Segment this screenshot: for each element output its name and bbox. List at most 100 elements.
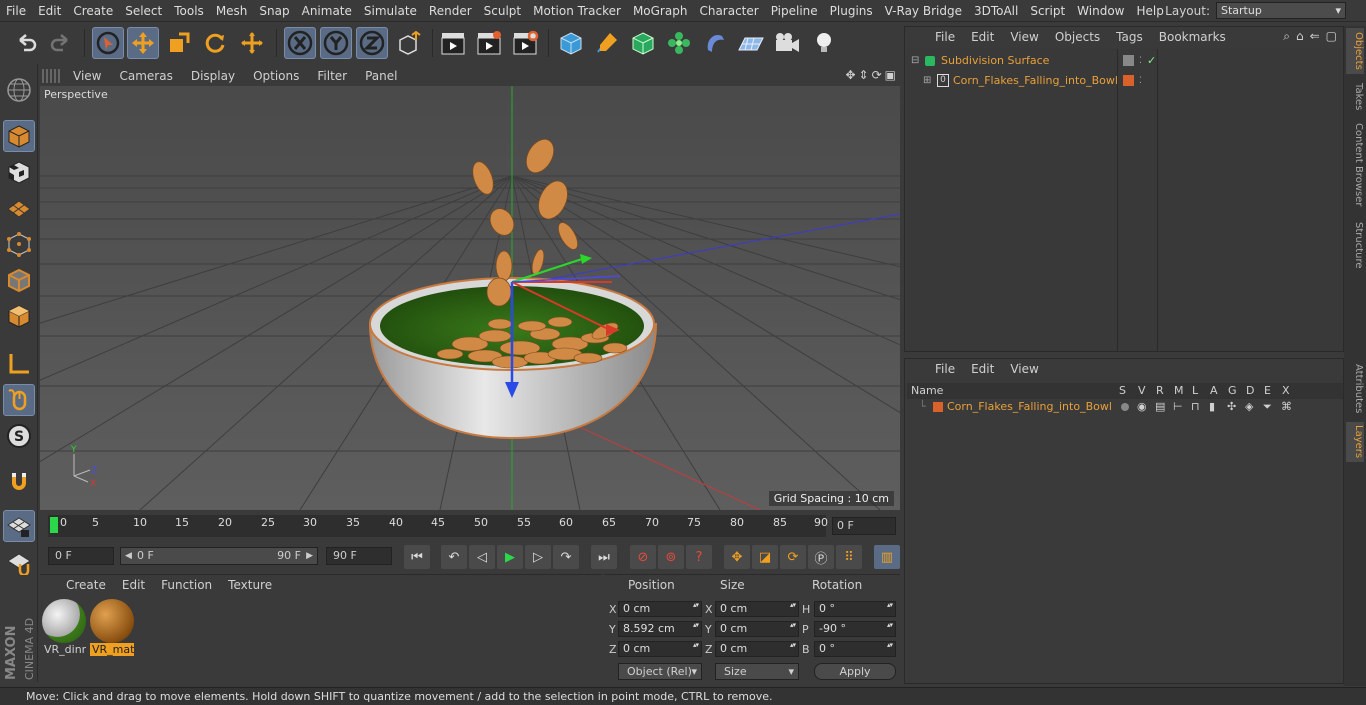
rotation-h-field[interactable]: 0 ° bbox=[814, 601, 896, 617]
hierarchy-icon[interactable]: ⊢ bbox=[1173, 397, 1183, 417]
3d-viewport[interactable]: Y Z X Perspective Grid Spacing : 10 cm bbox=[40, 86, 900, 510]
autokey-button[interactable]: ⊚ bbox=[658, 545, 684, 569]
axis-mode-button[interactable] bbox=[3, 348, 35, 380]
coordinate-mode-dropdown[interactable]: Object (Rel) ▾ bbox=[618, 663, 702, 680]
menu-snap[interactable]: Snap bbox=[253, 4, 295, 18]
redo-button[interactable] bbox=[45, 27, 77, 59]
edges-mode-button[interactable] bbox=[3, 264, 35, 296]
new-window-icon[interactable]: ▢ bbox=[1326, 29, 1337, 44]
end-frame-field[interactable]: 90 F bbox=[326, 547, 392, 565]
home-icon[interactable]: ⌂ bbox=[1296, 29, 1304, 44]
viewport-menu-filter[interactable]: Filter bbox=[308, 69, 356, 83]
search-icon[interactable]: ⌕ bbox=[1283, 29, 1290, 44]
menu-3dtoall[interactable]: 3DToAll bbox=[968, 4, 1024, 18]
deformer-icon[interactable]: ◈ bbox=[1245, 397, 1253, 417]
coordinate-system-button[interactable] bbox=[393, 27, 425, 59]
expand-icon[interactable]: ⊞ bbox=[923, 71, 931, 91]
tab-objects[interactable]: Objects bbox=[1346, 28, 1364, 74]
rotate-tool-button[interactable] bbox=[199, 27, 231, 59]
dolly-view-icon[interactable]: ⇕ bbox=[859, 68, 869, 82]
viewport-menu-cameras[interactable]: Cameras bbox=[110, 69, 181, 83]
object-row-corn-flakes[interactable]: ⊞ 0 Corn_Flakes_Falling_into_Bowl ⁚ bbox=[907, 71, 1343, 91]
previous-key-button[interactable]: ↶ bbox=[441, 545, 467, 569]
snapping-button[interactable] bbox=[3, 466, 35, 498]
go-to-start-button[interactable]: ⏮ bbox=[404, 545, 430, 569]
material-menu-create[interactable]: Create bbox=[58, 578, 114, 592]
menu-create[interactable]: Create bbox=[67, 4, 119, 18]
layer-menu-edit[interactable]: Edit bbox=[963, 362, 1002, 376]
material-swatch[interactable]: VR_dinr bbox=[42, 599, 86, 659]
size-y-field[interactable]: 0 cm bbox=[715, 621, 799, 637]
object-menu-edit[interactable]: Edit bbox=[963, 30, 1002, 44]
menu-mograph[interactable]: MoGraph bbox=[627, 4, 694, 18]
add-cube-button[interactable] bbox=[555, 27, 587, 59]
object-row-subdivision[interactable]: ⊟ Subdivision Surface ⁚ ✓ bbox=[907, 51, 1343, 71]
move-tool-button[interactable] bbox=[127, 27, 159, 59]
xref-icon[interactable]: ⌘ bbox=[1281, 397, 1292, 417]
tweak-mode-button[interactable] bbox=[3, 384, 35, 416]
timeline-ruler[interactable]: 0 5 10 15 20 25 30 35 40 45 50 55 60 65 … bbox=[48, 515, 828, 537]
scale-tool-button[interactable] bbox=[163, 27, 195, 59]
layer-menu-view[interactable]: View bbox=[1002, 362, 1046, 376]
clapboard-icon[interactable]: ▤ bbox=[1155, 397, 1165, 417]
add-floor-button[interactable] bbox=[735, 27, 767, 59]
workplane-mode-button[interactable] bbox=[3, 192, 35, 224]
visibility-dots-icon[interactable]: ⁚ bbox=[1139, 51, 1142, 71]
workplane-grid-button[interactable] bbox=[3, 546, 35, 578]
material-menu-edit[interactable]: Edit bbox=[114, 578, 153, 592]
viewport-menu-view[interactable]: View bbox=[64, 69, 110, 83]
material-menu-texture[interactable]: Texture bbox=[220, 578, 280, 592]
eye-icon[interactable]: ◉ bbox=[1137, 397, 1147, 417]
menu-plugins[interactable]: Plugins bbox=[824, 4, 879, 18]
keyframe-selection-button[interactable]: ? bbox=[686, 545, 712, 569]
tab-content-browser[interactable]: Content Browser bbox=[1346, 120, 1364, 210]
size-x-field[interactable]: 0 cm bbox=[715, 601, 799, 617]
layer-color-icon[interactable] bbox=[1123, 75, 1134, 86]
material-menu-function[interactable]: Function bbox=[153, 578, 220, 592]
frame-range-slider[interactable]: ◀ 0 F 90 F ▶ bbox=[120, 547, 318, 565]
model-mode-button[interactable] bbox=[3, 120, 35, 152]
live-selection-button[interactable] bbox=[92, 27, 124, 59]
lock-x-axis-button[interactable] bbox=[284, 27, 316, 59]
expression-icon[interactable]: ⏷ bbox=[1263, 397, 1272, 417]
size-mode-dropdown[interactable]: Size ▾ bbox=[715, 663, 799, 680]
rotation-p-field[interactable]: -90 ° bbox=[814, 621, 896, 637]
menu-vray-bridge[interactable]: V-Ray Bridge bbox=[879, 4, 968, 18]
key-rotation-button[interactable]: ⟳ bbox=[780, 545, 806, 569]
recent-tool-button[interactable] bbox=[236, 27, 268, 59]
solo-dot-icon[interactable] bbox=[1121, 403, 1129, 411]
menu-pipeline[interactable]: Pipeline bbox=[765, 4, 824, 18]
layer-row[interactable]: └ Corn_Flakes_Falling_into_Bowl ◉ ▤ ⊢ ⊓ … bbox=[907, 397, 1345, 417]
tab-takes[interactable]: Takes bbox=[1346, 80, 1364, 114]
visibility-dots-icon[interactable]: ⁚ bbox=[1139, 71, 1142, 91]
back-icon[interactable]: ⇐ bbox=[1310, 29, 1320, 44]
lock-y-axis-button[interactable] bbox=[320, 27, 352, 59]
next-key-button[interactable]: ↷ bbox=[553, 545, 579, 569]
film-icon[interactable]: ▮ bbox=[1209, 397, 1215, 417]
pan-view-icon[interactable]: ✥ bbox=[845, 68, 855, 82]
object-menu-objects[interactable]: Objects bbox=[1047, 30, 1108, 44]
key-parameter-button[interactable]: Ⓟ bbox=[808, 545, 834, 569]
menu-character[interactable]: Character bbox=[693, 4, 764, 18]
render-view-button[interactable] bbox=[437, 27, 469, 59]
menu-mesh[interactable]: Mesh bbox=[210, 4, 254, 18]
menu-tools[interactable]: Tools bbox=[168, 4, 210, 18]
current-frame-field[interactable]: 0 F bbox=[832, 517, 896, 535]
orbit-view-icon[interactable]: ⟳ bbox=[872, 68, 882, 82]
start-frame-field[interactable]: 0 F bbox=[48, 547, 114, 565]
next-frame-button[interactable]: ▷ bbox=[525, 545, 551, 569]
timeline-window-button[interactable]: ▥ bbox=[874, 545, 900, 569]
lock-z-axis-button[interactable] bbox=[356, 27, 388, 59]
go-to-end-button[interactable]: ⏭ bbox=[591, 545, 617, 569]
polygons-mode-button[interactable] bbox=[3, 300, 35, 332]
generator-icon[interactable]: ✣ bbox=[1227, 397, 1236, 417]
maximize-view-icon[interactable]: ▣ bbox=[885, 68, 896, 82]
layer-swatch-icon[interactable] bbox=[1123, 55, 1134, 66]
object-menu-bookmarks[interactable]: Bookmarks bbox=[1151, 30, 1234, 44]
render-settings-button[interactable] bbox=[509, 27, 541, 59]
layout-dropdown[interactable]: Startup bbox=[1216, 2, 1346, 19]
apply-button[interactable]: Apply bbox=[814, 663, 896, 680]
rotation-b-field[interactable]: 0 ° bbox=[814, 641, 896, 657]
menu-motion-tracker[interactable]: Motion Tracker bbox=[527, 4, 627, 18]
undo-button[interactable] bbox=[10, 27, 42, 59]
